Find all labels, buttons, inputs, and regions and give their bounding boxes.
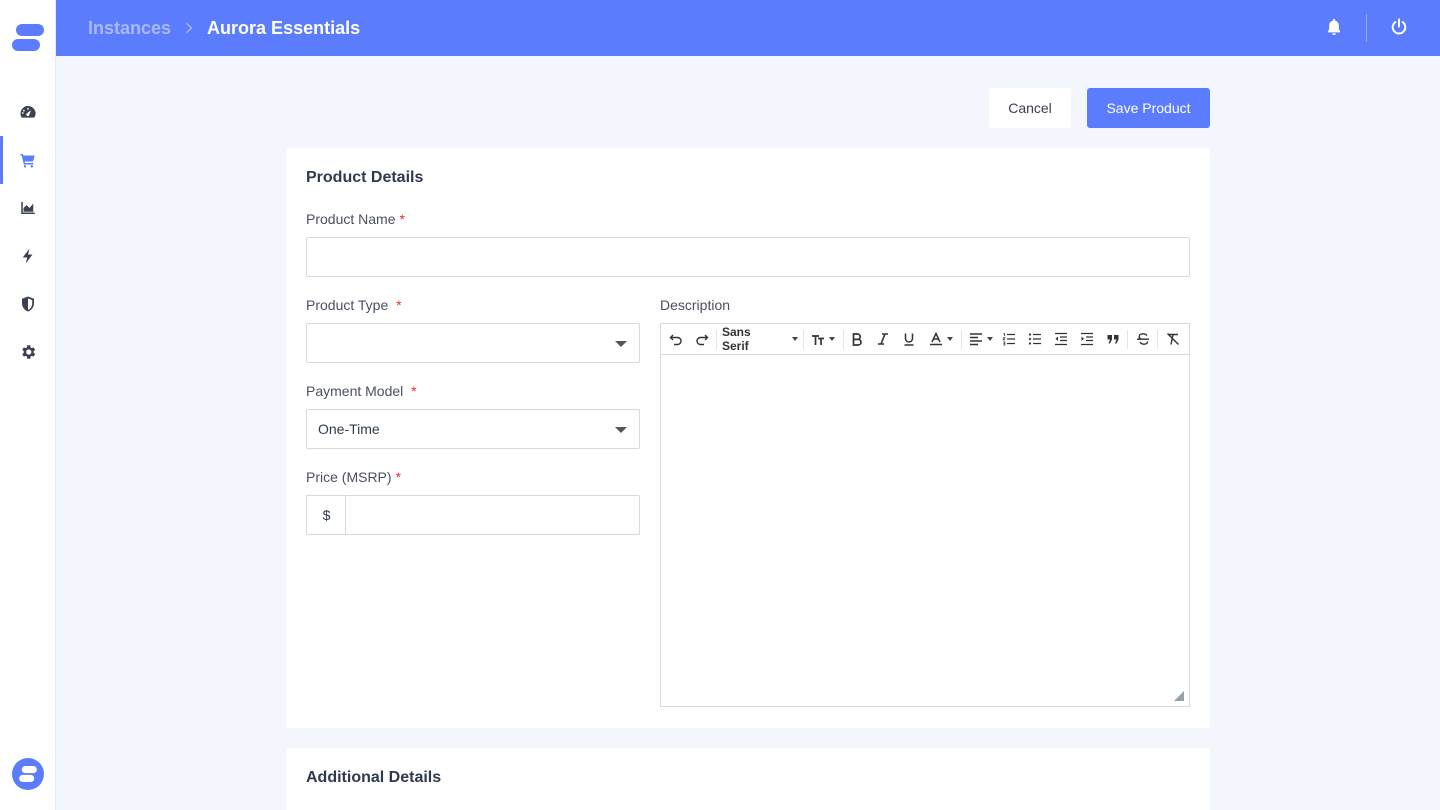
top-header: Instances Aurora Essentials <box>56 0 1440 56</box>
gear-icon <box>22 345 36 359</box>
header-divider <box>1366 14 1367 42</box>
description-editor: Sans Serif <box>660 323 1190 707</box>
shield-icon <box>22 296 34 312</box>
caret-down-icon <box>615 427 627 433</box>
font-size-icon[interactable] <box>809 331 837 347</box>
payment-model-value: One-Time <box>318 421 380 437</box>
payment-model-label-text: Payment Model <box>306 383 404 399</box>
breadcrumb-instances-link[interactable]: Instances <box>88 18 171 39</box>
caret-down-icon <box>792 337 798 341</box>
clear-format-icon[interactable] <box>1165 331 1181 347</box>
additional-details-card: Additional Details <box>286 748 1210 810</box>
section-title: Product Details <box>306 169 424 186</box>
sidebar-item-settings[interactable] <box>0 328 56 376</box>
toolbar-divider <box>1127 330 1128 349</box>
price-input[interactable] <box>345 495 640 535</box>
sidebar-item-products[interactable] <box>0 136 56 184</box>
avatar[interactable] <box>12 758 44 790</box>
undo-icon[interactable] <box>668 331 684 347</box>
toolbar-divider <box>961 330 962 349</box>
sidebar <box>0 0 56 810</box>
chevron-right-icon <box>185 22 193 34</box>
description-label: Description <box>660 297 731 313</box>
outdent-icon[interactable] <box>1053 331 1069 347</box>
dashboard-icon <box>20 105 36 118</box>
product-details-card: Product Details Product Name * Product Ty… <box>286 148 1210 728</box>
area-chart-icon <box>21 202 35 214</box>
section-title: Additional Details <box>306 769 442 786</box>
breadcrumb: Instances Aurora Essentials <box>88 0 360 56</box>
quote-icon[interactable] <box>1105 331 1121 347</box>
product-type-select[interactable] <box>306 323 640 363</box>
product-name-label-text: Product Name <box>306 211 396 227</box>
product-name-label: Product Name * <box>306 211 405 227</box>
product-name-input[interactable] <box>306 237 1190 277</box>
required-marker: * <box>399 211 405 227</box>
page-title: Aurora Essentials <box>207 17 361 38</box>
ordered-list-icon[interactable] <box>1001 331 1017 347</box>
toolbar-divider <box>843 330 844 349</box>
power-icon[interactable] <box>1390 18 1410 38</box>
bolt-icon <box>22 248 33 264</box>
toolbar-divider <box>716 330 717 349</box>
bell-icon[interactable] <box>1326 18 1344 38</box>
toolbar-divider <box>803 330 804 349</box>
cart-icon <box>20 154 35 168</box>
sidebar-item-analytics[interactable] <box>0 184 56 232</box>
resize-handle[interactable] <box>1174 691 1184 701</box>
caret-down-icon <box>987 337 993 341</box>
required-marker: * <box>395 469 402 485</box>
price-label: Price (MSRP) * <box>306 469 401 485</box>
italic-icon[interactable] <box>875 331 891 347</box>
product-type-label-text: Product Type <box>306 297 389 313</box>
caret-down-icon <box>829 337 835 341</box>
currency-prefix: $ <box>306 495 346 535</box>
redo-icon[interactable] <box>694 331 710 347</box>
font-family-select[interactable]: Sans Serif <box>722 325 798 353</box>
align-left-icon[interactable] <box>967 331 995 347</box>
text-color-icon[interactable] <box>927 331 955 347</box>
product-type-label: Product Type * <box>306 297 402 313</box>
sidebar-item-automation[interactable] <box>0 232 56 280</box>
required-marker: * <box>396 297 402 313</box>
editor-toolbar: Sans Serif <box>661 324 1189 355</box>
underline-icon[interactable] <box>901 331 917 347</box>
payment-model-label: Payment Model * <box>306 383 417 399</box>
app-logo-icon <box>19 766 37 782</box>
caret-down-icon <box>947 337 953 341</box>
save-product-button[interactable]: Save Product <box>1087 88 1210 128</box>
toolbar-divider <box>1157 330 1158 349</box>
strikethrough-icon[interactable] <box>1135 331 1151 347</box>
sidebar-item-security[interactable] <box>0 280 56 328</box>
font-family-value: Sans Serif <box>722 325 751 353</box>
price-label-text: Price (MSRP) <box>306 469 392 485</box>
required-marker: * <box>411 383 417 399</box>
payment-model-select[interactable]: One-Time <box>306 409 640 449</box>
caret-down-icon <box>615 341 627 347</box>
cancel-button[interactable]: Cancel <box>989 88 1071 128</box>
bold-icon[interactable] <box>849 331 865 347</box>
sidebar-item-dashboard[interactable] <box>0 88 56 136</box>
app-logo-icon[interactable] <box>12 24 44 52</box>
indent-icon[interactable] <box>1079 331 1095 347</box>
bullet-list-icon[interactable] <box>1027 331 1043 347</box>
